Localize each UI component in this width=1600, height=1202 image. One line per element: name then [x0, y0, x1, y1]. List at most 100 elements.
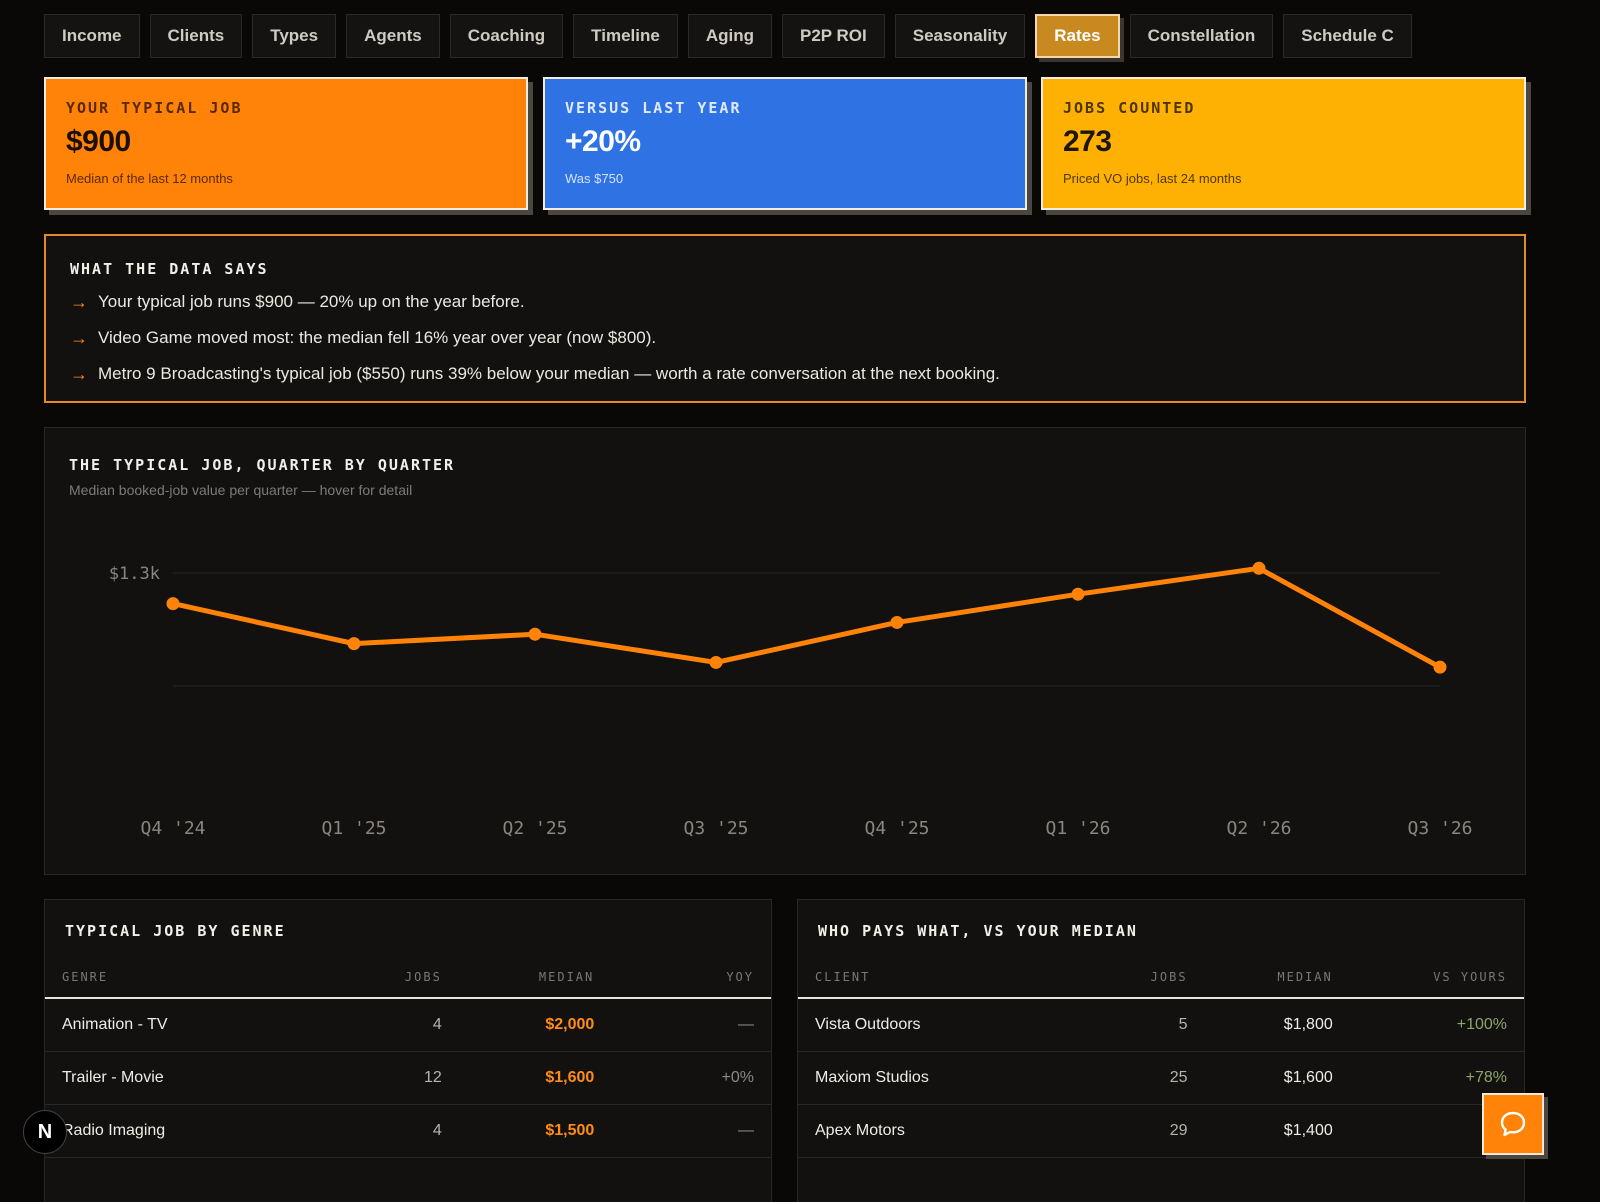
kpi-subtext: Priced VO jobs, last 24 months [1063, 171, 1242, 186]
tab-clients[interactable]: Clients [149, 14, 243, 58]
insight-item: → Your typical job runs $900 — 20% up on … [70, 284, 1500, 320]
insight-text: Your typical job runs $900 — 20% up on t… [98, 292, 525, 311]
cell-jobs: 29 [1131, 1104, 1205, 1158]
col-header-median[interactable]: MEDIAN [458, 956, 612, 999]
x-tick-label: Q1 '26 [1045, 818, 1110, 839]
data-point[interactable] [528, 627, 542, 641]
cell-client: Vista Outdoors [798, 998, 1132, 1052]
cell-median: $1,800 [1204, 998, 1350, 1052]
cell-client: Apex Motors [798, 1104, 1132, 1158]
insight-item: → Metro 9 Broadcasting's typical job ($55… [70, 356, 1500, 392]
cell-yoy: +0% [611, 1051, 771, 1105]
kpi-value: +20% [565, 125, 641, 158]
cell-median: $2,000 [458, 998, 612, 1052]
table-row[interactable]: Radio Imaging 4 $1,500 — [45, 1104, 771, 1158]
cell-jobs: 4 [378, 1104, 459, 1158]
x-tick-label: Q3 '25 [683, 818, 748, 839]
tab-constellation[interactable]: Constellation [1129, 14, 1274, 58]
insights-list: → Your typical job runs $900 — 20% up on … [70, 284, 1500, 392]
x-tick-label: Q4 '25 [864, 818, 929, 839]
series-line [170, 565, 1443, 670]
kpi-value: 273 [1063, 125, 1112, 158]
kpi-subtext: Median of the last 12 months [66, 171, 233, 186]
genre-table-panel: TYPICAL JOB BY GENRE GENRE JOBS MEDIAN Y… [44, 899, 772, 1202]
col-header-median[interactable]: MEDIAN [1204, 956, 1350, 999]
col-header-jobs[interactable]: JOBS [1131, 956, 1205, 999]
x-tick-label: Q1 '25 [321, 818, 386, 839]
chart-subtitle: Median booked-job value per quarter — ho… [69, 482, 413, 498]
table-header-row: CLIENT JOBS MEDIAN VS YOURS [798, 956, 1524, 999]
chat-bubble-icon [1500, 1111, 1526, 1137]
kpi-subtext: Was $750 [565, 171, 624, 186]
cell-yoy: — [611, 998, 771, 1052]
x-tick-label: Q2 '25 [502, 818, 567, 839]
x-tick-label: Q4 '24 [140, 818, 205, 839]
tab-income[interactable]: Income [44, 14, 140, 58]
col-header-vs-yours[interactable]: VS YOURS [1349, 956, 1524, 999]
x-tick-label: Q2 '26 [1226, 818, 1291, 839]
table-row[interactable]: Maxiom Studios 25 $1,600 +78% [798, 1051, 1524, 1105]
kpi-versus-last-year-card: VERSUS LAST YEAR +20% Was $750 [543, 77, 1027, 210]
tab-timeline[interactable]: Timeline [573, 14, 678, 58]
arrow-right-icon: → [70, 291, 88, 312]
arrow-right-icon: → [70, 327, 88, 348]
client-table-panel: WHO PAYS WHAT, VS YOUR MEDIAN CLIENT JOB… [797, 899, 1525, 1202]
table-header-row: GENRE JOBS MEDIAN YOY [45, 956, 771, 999]
data-point[interactable] [347, 637, 361, 651]
table-row[interactable]: Vista Outdoors 5 $1,800 +100% [798, 998, 1524, 1052]
tab-rates[interactable]: Rates [1035, 14, 1120, 58]
insight-text: Metro 9 Broadcasting's typical job ($550… [98, 364, 1000, 383]
tab-agents[interactable]: Agents [346, 14, 440, 58]
tab-aging[interactable]: Aging [687, 14, 772, 58]
insight-item: → Video Game moved most: the median fell … [70, 320, 1500, 356]
genre-table: GENRE JOBS MEDIAN YOY Animation - TV 4 $… [45, 956, 771, 1158]
data-point[interactable] [890, 615, 904, 629]
tab-bar: Income Clients Types Agents Coaching Tim… [44, 14, 1412, 58]
insights-panel: WHAT THE DATA SAYS → Your typical job run… [44, 234, 1526, 403]
table-row[interactable]: Apex Motors 29 $1,400 +5 [798, 1104, 1524, 1158]
cell-yoy: — [611, 1104, 771, 1158]
arrow-right-icon: → [70, 363, 88, 384]
col-header-yoy[interactable]: YOY [611, 956, 771, 999]
tab-types[interactable]: Types [252, 14, 337, 58]
cell-median: $1,400 [1204, 1104, 1350, 1158]
cell-vs-yours: +100% [1349, 998, 1524, 1052]
cell-median: $1,600 [1204, 1051, 1350, 1105]
tab-seasonality[interactable]: Seasonality [894, 14, 1026, 58]
cell-jobs: 25 [1131, 1051, 1205, 1105]
kpi-label: JOBS COUNTED [1063, 99, 1196, 117]
chat-button[interactable] [1482, 1093, 1544, 1155]
col-header-genre[interactable]: GENRE [45, 956, 379, 999]
data-point[interactable] [1071, 587, 1085, 601]
kpi-label: VERSUS LAST YEAR [565, 99, 742, 117]
x-tick-label: Q3 '26 [1407, 818, 1472, 839]
genre-table-title: TYPICAL JOB BY GENRE [65, 922, 286, 940]
cell-jobs: 5 [1131, 998, 1205, 1052]
kpi-label: YOUR TYPICAL JOB [66, 99, 243, 117]
kpi-value: $900 [66, 125, 131, 158]
cell-median: $1,600 [458, 1051, 612, 1105]
table-row[interactable]: Trailer - Movie 12 $1,600 +0% [45, 1051, 771, 1105]
col-header-jobs[interactable]: JOBS [378, 956, 459, 999]
data-point[interactable] [709, 655, 723, 669]
cell-client: Maxiom Studios [798, 1051, 1132, 1105]
kpi-jobs-counted-card: JOBS COUNTED 273 Priced VO jobs, last 24… [1041, 77, 1526, 210]
col-header-client[interactable]: CLIENT [798, 956, 1132, 999]
y-tick-label: $1.3k [109, 564, 160, 584]
data-point[interactable] [1433, 660, 1447, 674]
insights-title: WHAT THE DATA SAYS [70, 260, 269, 278]
table-row[interactable]: Animation - TV 4 $2,000 — [45, 998, 771, 1052]
cell-genre: Animation - TV [45, 998, 379, 1052]
data-point[interactable] [166, 597, 180, 611]
data-point[interactable] [1252, 561, 1266, 575]
chart-title: THE TYPICAL JOB, QUARTER BY QUARTER [69, 456, 456, 474]
tab-coaching[interactable]: Coaching [449, 14, 564, 58]
cell-median: $1,500 [458, 1104, 612, 1158]
cell-jobs: 4 [378, 998, 459, 1052]
n-badge-button[interactable]: N [23, 1110, 67, 1154]
quarterly-chart-panel: $1.3k Q4 '24 Q1 '25 Q2 '25 Q3 '25 Q4 '25 Q1 '2… [44, 427, 1526, 875]
tab-p2p-roi[interactable]: P2P ROI [781, 14, 885, 58]
tab-schedule-c[interactable]: Schedule C [1283, 14, 1412, 58]
kpi-typical-job-card: YOUR TYPICAL JOB $900 Median of the last… [44, 77, 528, 210]
client-table: CLIENT JOBS MEDIAN VS YOURS Vista Outdoo… [798, 956, 1524, 1158]
